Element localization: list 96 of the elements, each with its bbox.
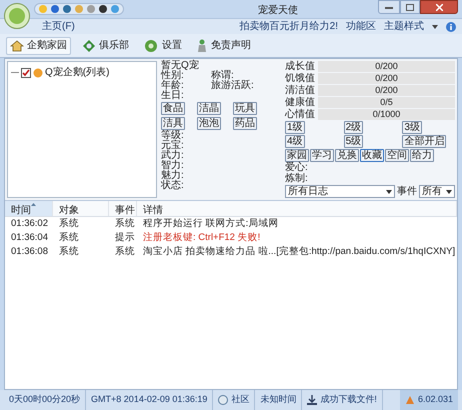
minimize-button[interactable]	[378, 0, 400, 14]
item-button[interactable]: 洁具	[161, 117, 185, 130]
close-icon	[436, 4, 442, 10]
stat-reading: 0/5	[379, 97, 394, 108]
status-text: 0天00时00分20秒	[9, 393, 80, 406]
tree-item-label[interactable]: Q宠企鹅(列表)	[45, 65, 110, 80]
ribbon-tab[interactable]: 主页(F)	[40, 19, 77, 34]
stat-reading: 0/1000	[372, 109, 402, 120]
field-label: 生日:	[161, 91, 185, 101]
toolbar-button[interactable]: 免责声明	[193, 36, 254, 54]
field-label: 元宝:	[161, 141, 185, 151]
level-button[interactable]: 3级	[402, 121, 422, 134]
tree-line-icon	[11, 72, 19, 74]
level-button[interactable]: 5级	[344, 135, 364, 148]
tree-checkbox[interactable]	[21, 68, 31, 78]
stat-label: 健康值	[285, 97, 316, 108]
status-text: GMT+8 2014-02-09 01:36:19	[91, 393, 208, 406]
action-button[interactable]: 兑换	[335, 149, 359, 162]
toolbar-button[interactable]: 企鹅家园	[6, 36, 71, 54]
column-header[interactable]: 时间	[5, 201, 53, 216]
action-button[interactable]: 空间	[385, 149, 409, 162]
status-text: 未知时间	[260, 393, 296, 406]
pet-title: 暂无Q宠	[161, 61, 200, 71]
table-cell-text: 注册老板键: Ctrl+F12 失败!	[142, 230, 262, 245]
stat-label: 饥饿值	[285, 73, 316, 84]
table-cell-text: 提示	[114, 230, 136, 245]
action-button[interactable]: 学习	[310, 149, 334, 162]
caret-icon[interactable]	[432, 24, 438, 28]
item-button[interactable]: 药品	[233, 117, 257, 130]
item-button[interactable]: 洁晶	[197, 102, 221, 115]
minimize-icon	[385, 6, 393, 8]
level-button[interactable]: 1级	[285, 121, 305, 134]
log-filter-dropdown[interactable]: 所有日志	[285, 185, 395, 198]
house-icon	[10, 38, 24, 52]
column-header[interactable]: 详情	[137, 201, 457, 216]
stat-label: 心情值	[285, 109, 316, 120]
action-button[interactable]: 给力	[410, 149, 434, 162]
menu-link[interactable]: 主题样式	[384, 19, 424, 34]
item-button[interactable]: 玩具	[233, 102, 257, 115]
table-cell-text: 淘宝小店 拍卖物速给力品 啦...[完整包:http://pan.baidu.com/s/1hqICXNY]	[142, 244, 456, 259]
diamond-icon	[82, 38, 96, 52]
field-label: 称谓:	[211, 71, 234, 81]
table-cell-text: 系统	[114, 216, 136, 231]
action-button[interactable]: 收藏	[360, 149, 384, 162]
filter-label: 事件	[397, 186, 417, 196]
table-cell-text: 程序开始运行 联网方式:局域网	[142, 216, 280, 231]
table-cell-text: 系统	[58, 244, 80, 259]
toolbar-button[interactable]: 设置	[140, 36, 185, 54]
stat-reading: 0/200	[374, 73, 399, 84]
table-cell-text: 系统	[58, 216, 80, 231]
column-header[interactable]: 对象	[53, 201, 109, 216]
checkmark-icon	[22, 68, 30, 76]
field-label: 爱心:	[285, 163, 309, 173]
table-cell-text: 01:36:04	[10, 230, 49, 245]
caret-icon	[386, 190, 392, 194]
download-icon	[307, 395, 318, 405]
table-cell-text: 01:36:02	[10, 216, 49, 231]
item-button[interactable]: 泡泡	[197, 117, 221, 130]
status-text: 社区	[231, 393, 250, 406]
table-cell-text: 01:36:08	[10, 244, 49, 259]
close-button[interactable]	[420, 0, 458, 14]
stat-reading: 0/200	[374, 85, 399, 96]
item-button[interactable]: 食品	[161, 102, 185, 115]
maximize-icon	[406, 4, 414, 10]
caret-icon	[446, 190, 452, 194]
action-button[interactable]: 家园	[285, 149, 309, 162]
level-button[interactable]: 2级	[344, 121, 364, 134]
field-label: 炼制:	[285, 174, 309, 184]
column-header[interactable]: 事件	[109, 201, 137, 216]
window-title: 宠爱天使	[258, 4, 298, 18]
level-button[interactable]: 4级	[285, 135, 305, 148]
figure-icon	[196, 38, 208, 52]
maximize-button[interactable]	[400, 0, 420, 14]
sort-arrow-icon	[31, 203, 36, 206]
field-label: 智力:	[161, 161, 185, 171]
toolbar-button[interactable]: 俱乐部	[79, 36, 132, 54]
field-label: 旅游活跃:	[211, 81, 254, 91]
stat-label: 成长值	[285, 61, 316, 72]
menu-link[interactable]: 拍卖物百元折月给力2!	[240, 19, 338, 34]
table-cell-text: 系统	[114, 244, 136, 259]
level-button[interactable]: 全部开启	[402, 135, 446, 148]
field-label: 状态:	[161, 181, 185, 191]
menu-link[interactable]: 功能区	[346, 19, 376, 34]
field-label: 等级:	[161, 131, 185, 141]
stat-reading: 0/200	[374, 61, 399, 72]
stat-label: 清洁值	[285, 85, 316, 96]
field-label: 年龄:	[161, 81, 185, 91]
status-text: 6.02.031	[418, 393, 453, 406]
field-label: 魅力:	[161, 171, 185, 181]
event-filter-dropdown[interactable]: 所有	[419, 185, 455, 198]
field-label: 性别:	[161, 71, 184, 81]
table-cell-text: 系统	[58, 230, 80, 245]
gear-icon	[143, 38, 159, 52]
status-text: 成功下载文件!	[320, 393, 377, 406]
field-label: 武力:	[161, 151, 185, 161]
help-icon[interactable]	[446, 22, 456, 32]
